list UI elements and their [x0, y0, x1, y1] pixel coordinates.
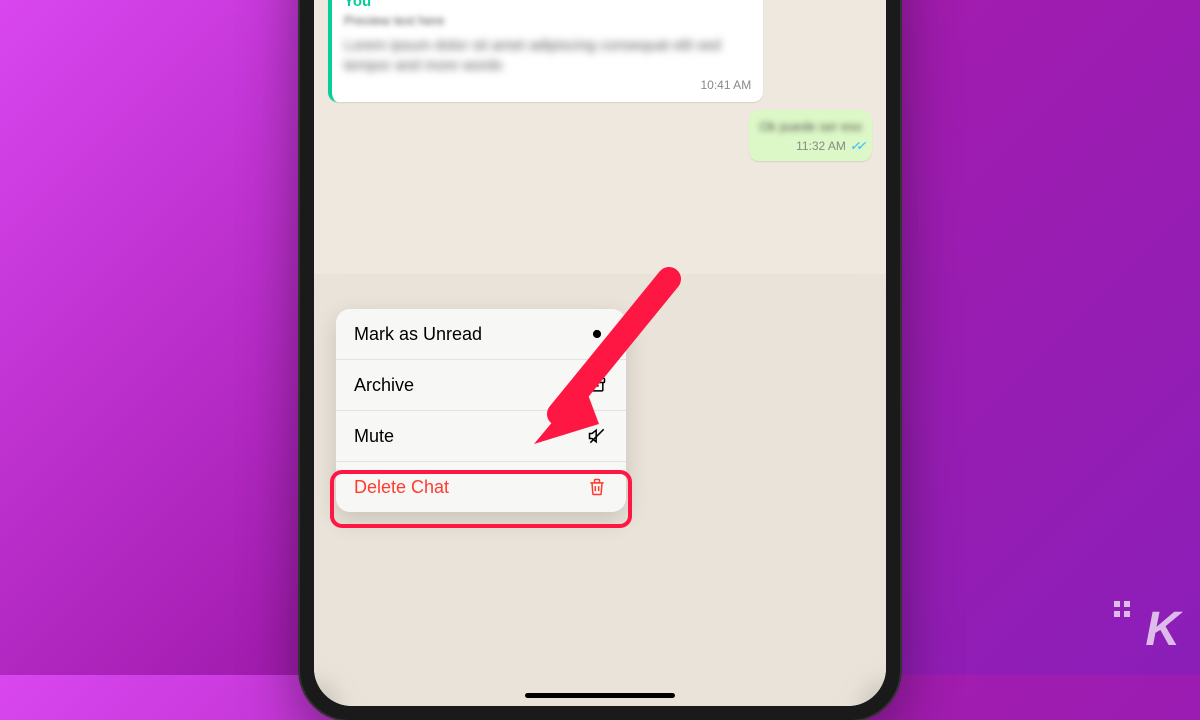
archive-button[interactable]: Archive: [336, 360, 626, 411]
menu-item-label: Mark as Unread: [354, 324, 482, 345]
mark-unread-button[interactable]: Mark as Unread: [336, 309, 626, 360]
delete-chat-button[interactable]: Delete Chat: [336, 462, 626, 512]
watermark-logo: K: [1145, 602, 1178, 657]
incoming-message[interactable]: You Preview text here Lorem ipsum dolor …: [328, 0, 872, 102]
menu-item-label: Archive: [354, 375, 414, 396]
unread-icon: [586, 323, 608, 345]
mute-icon: [586, 425, 608, 447]
phone-frame: Xyz abc def 10:41 AM ✓✓ You Preview text…: [300, 0, 900, 720]
watermark-dots: [1114, 601, 1130, 617]
menu-item-label: Mute: [354, 426, 394, 447]
phone-screen: Xyz abc def 10:41 AM ✓✓ You Preview text…: [314, 0, 886, 706]
blurred-message-body: Lorem ipsum dolor sit amet adipiscing co…: [344, 36, 751, 75]
chat-context-menu: Mark as Unread Archive Mute Delete Chat: [336, 309, 626, 512]
read-receipt-icon: ✓✓: [850, 139, 862, 153]
blurred-message-text: Ok puede ser eso: [759, 119, 862, 134]
outgoing-message[interactable]: Ok puede ser eso 11:32 AM ✓✓: [328, 110, 872, 161]
mute-button[interactable]: Mute: [336, 411, 626, 462]
home-indicator[interactable]: [525, 693, 675, 698]
archive-icon: [586, 374, 608, 396]
message-timestamp: 10:41 AM: [700, 78, 751, 92]
chat-area: Xyz abc def 10:41 AM ✓✓ You Preview text…: [314, 0, 886, 179]
menu-item-label: Delete Chat: [354, 477, 449, 498]
trash-icon: [586, 476, 608, 498]
blurred-reply-preview: Preview text here: [344, 13, 444, 28]
reply-sender-label: You: [344, 0, 751, 10]
message-timestamp: 11:32 AM: [796, 139, 846, 153]
